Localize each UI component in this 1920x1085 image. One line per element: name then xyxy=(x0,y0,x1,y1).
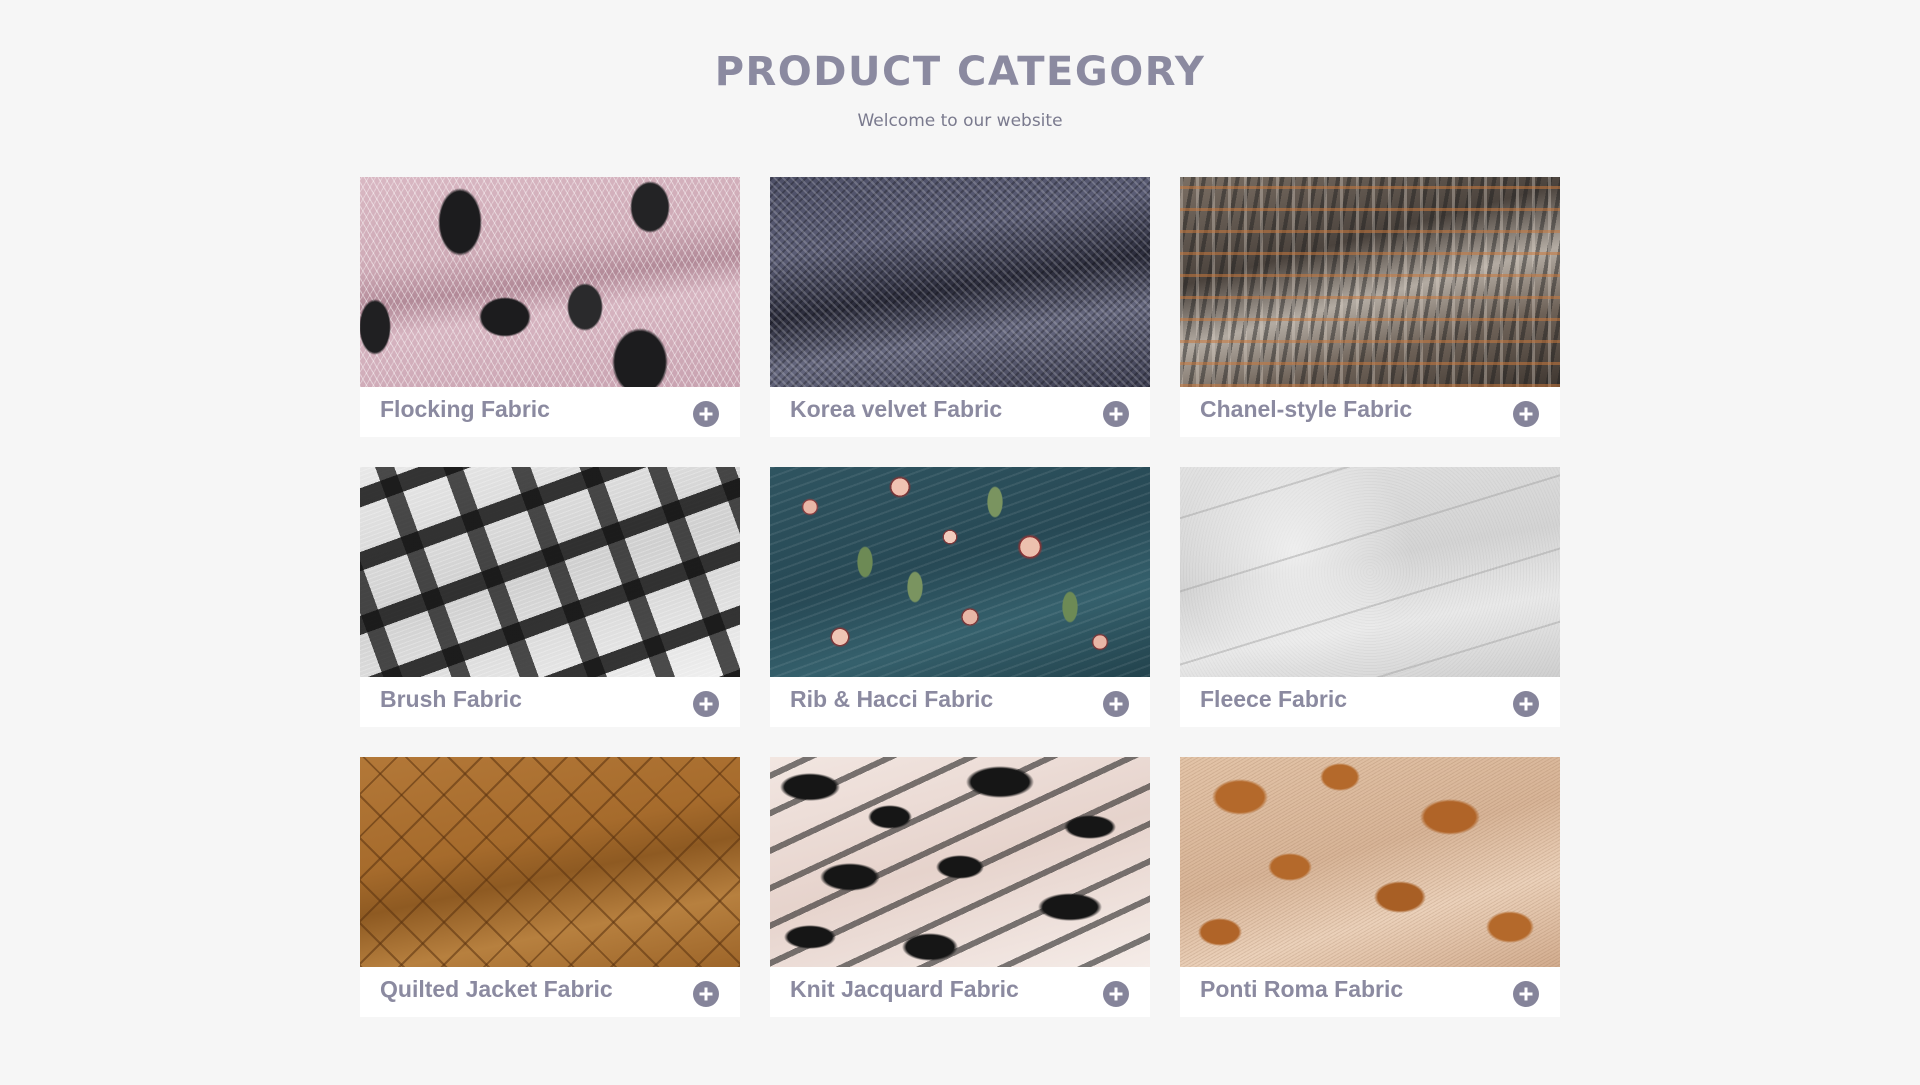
category-card-quilted-jacket[interactable]: Quilted Jacket Fabric xyxy=(360,757,740,1017)
plus-circle-icon[interactable] xyxy=(1103,401,1129,427)
plus-circle-icon[interactable] xyxy=(1103,981,1129,1007)
category-label[interactable]: Knit Jacquard Fabric xyxy=(790,976,1019,1003)
category-image[interactable] xyxy=(770,757,1150,967)
plus-circle-icon[interactable] xyxy=(693,981,719,1007)
category-image[interactable] xyxy=(360,467,740,677)
page-subtitle: Welcome to our website xyxy=(857,111,1063,131)
plus-circle-icon[interactable] xyxy=(1513,691,1539,717)
category-card-ponti-roma[interactable]: Ponti Roma Fabric xyxy=(1180,757,1560,1017)
plus-circle-icon[interactable] xyxy=(693,401,719,427)
plus-circle-icon[interactable] xyxy=(1513,981,1539,1007)
category-image[interactable] xyxy=(360,177,740,387)
category-card-chanel-style[interactable]: Chanel-style Fabric xyxy=(1180,177,1560,437)
category-caption[interactable]: Brush Fabric xyxy=(360,677,740,727)
category-caption[interactable]: Quilted Jacket Fabric xyxy=(360,967,740,1017)
page-title: PRODUCT CATEGORY xyxy=(714,49,1206,95)
category-caption[interactable]: Rib & Hacci Fabric xyxy=(770,677,1150,727)
category-image[interactable] xyxy=(770,177,1150,387)
section-header: PRODUCT CATEGORY Welcome to our website xyxy=(0,46,1920,132)
category-caption[interactable]: Ponti Roma Fabric xyxy=(1180,967,1560,1017)
category-image[interactable] xyxy=(1180,757,1560,967)
category-card-knit-jacquard[interactable]: Knit Jacquard Fabric xyxy=(770,757,1150,1017)
category-label[interactable]: Flocking Fabric xyxy=(380,396,550,423)
category-image[interactable] xyxy=(1180,467,1560,677)
category-image[interactable] xyxy=(360,757,740,967)
category-card-flocking[interactable]: Flocking Fabric xyxy=(360,177,740,437)
category-card-rib-hacci[interactable]: Rib & Hacci Fabric xyxy=(770,467,1150,727)
category-card-fleece[interactable]: Fleece Fabric xyxy=(1180,467,1560,727)
plus-circle-icon[interactable] xyxy=(1513,401,1539,427)
plus-circle-icon[interactable] xyxy=(1103,691,1129,717)
category-label[interactable]: Quilted Jacket Fabric xyxy=(380,976,613,1003)
category-image[interactable] xyxy=(770,467,1150,677)
category-label[interactable]: Brush Fabric xyxy=(380,686,522,713)
category-label[interactable]: Fleece Fabric xyxy=(1200,686,1347,713)
category-label[interactable]: Rib & Hacci Fabric xyxy=(790,686,993,713)
category-image[interactable] xyxy=(1180,177,1560,387)
category-caption[interactable]: Knit Jacquard Fabric xyxy=(770,967,1150,1017)
category-caption[interactable]: Fleece Fabric xyxy=(1180,677,1560,727)
category-label[interactable]: Ponti Roma Fabric xyxy=(1200,976,1403,1003)
category-caption[interactable]: Korea velvet Fabric xyxy=(770,387,1150,437)
category-card-korea-velvet[interactable]: Korea velvet Fabric xyxy=(770,177,1150,437)
plus-circle-icon[interactable] xyxy=(693,691,719,717)
category-label[interactable]: Korea velvet Fabric xyxy=(790,396,1002,423)
category-card-brush[interactable]: Brush Fabric xyxy=(360,467,740,727)
category-caption[interactable]: Flocking Fabric xyxy=(360,387,740,437)
category-caption[interactable]: Chanel-style Fabric xyxy=(1180,387,1560,437)
category-grid: Flocking Fabric Korea velvet Fabric Chan… xyxy=(360,177,1560,1017)
category-label[interactable]: Chanel-style Fabric xyxy=(1200,396,1412,423)
